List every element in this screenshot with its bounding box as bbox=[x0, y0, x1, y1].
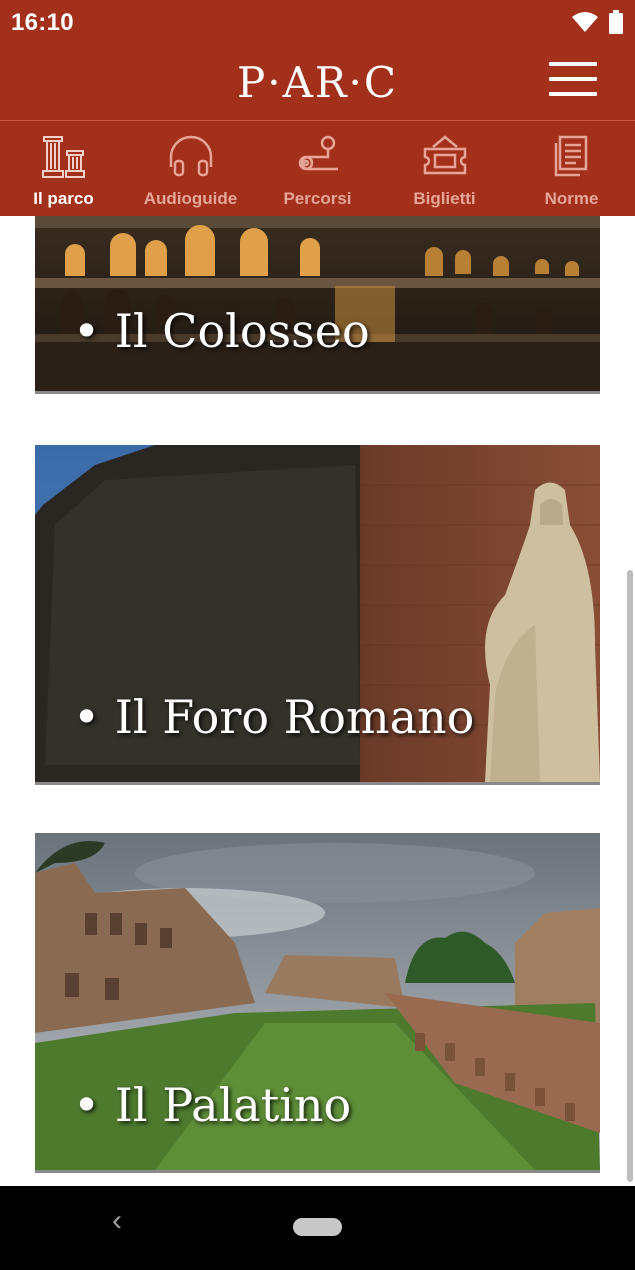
card-title: • Il Colosseo bbox=[73, 304, 370, 358]
tab-audioguide[interactable]: Audioguide bbox=[127, 121, 254, 216]
wifi-icon bbox=[572, 12, 598, 32]
scrollbar[interactable] bbox=[627, 570, 633, 1182]
tab-label: Biglietti bbox=[413, 189, 476, 208]
card-palatino[interactable]: • Il Palatino bbox=[35, 833, 600, 1173]
tab-il-parco[interactable]: Il parco bbox=[0, 121, 127, 216]
menu-button[interactable] bbox=[549, 62, 597, 98]
status-time: 16:10 bbox=[11, 9, 74, 36]
system-nav-bar: ‹ bbox=[0, 1186, 635, 1270]
card-foro-romano[interactable]: • Il Foro Romano bbox=[35, 445, 600, 785]
home-pill-icon[interactable] bbox=[293, 1218, 342, 1236]
route-icon bbox=[298, 135, 338, 171]
menu-line bbox=[549, 77, 597, 81]
battery-icon bbox=[609, 10, 623, 34]
card-colosseo[interactable]: • Il Colosseo bbox=[35, 216, 600, 394]
app-header: P·AR·C bbox=[0, 46, 635, 121]
ticket-icon bbox=[423, 135, 466, 175]
headphones-icon bbox=[169, 135, 212, 177]
tab-biglietti[interactable]: Biglietti bbox=[381, 121, 508, 216]
menu-line bbox=[549, 92, 597, 96]
tab-bar: Il parco Audioguide Percorsi Biglietti N… bbox=[0, 121, 635, 216]
card-title: • Il Foro Romano bbox=[73, 690, 475, 744]
tab-label: Audioguide bbox=[143, 189, 238, 208]
tab-norme[interactable]: Norme bbox=[508, 121, 635, 216]
card-title: • Il Palatino bbox=[73, 1078, 352, 1132]
back-icon[interactable]: ‹ bbox=[112, 1204, 122, 1238]
tab-percorsi[interactable]: Percorsi bbox=[254, 121, 381, 216]
rules-document-icon bbox=[554, 135, 587, 177]
columns-icon bbox=[41, 136, 85, 178]
tab-label: Percorsi bbox=[283, 189, 352, 208]
tab-label: Il parco bbox=[33, 189, 94, 208]
parco-logo: P·AR·C bbox=[236, 58, 399, 107]
tab-label: Norme bbox=[544, 189, 599, 208]
park-sites-list: • Il Colosseo • Il Foro Romano • Il Pala… bbox=[0, 216, 635, 1186]
status-bar: 16:10 bbox=[0, 0, 635, 46]
menu-line bbox=[549, 62, 597, 66]
status-icons bbox=[571, 10, 623, 34]
